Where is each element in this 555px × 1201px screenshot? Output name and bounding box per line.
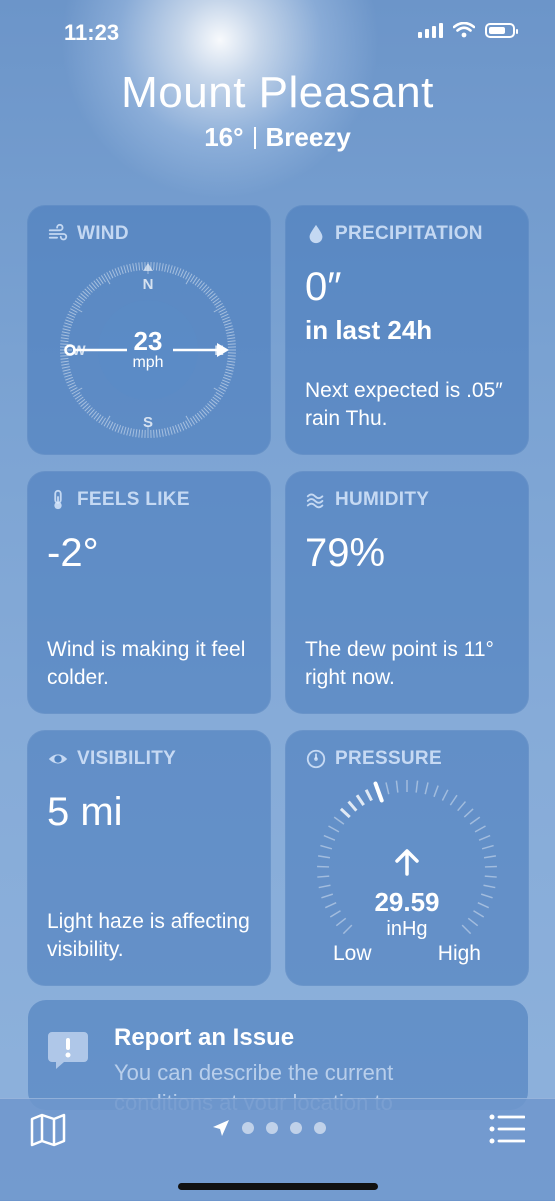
compass-east-label: E (214, 342, 223, 358)
wind-card-title: WIND (47, 223, 129, 245)
status-bar: 11:23 (0, 0, 555, 60)
home-indicator[interactable] (178, 1183, 378, 1190)
pressure-title: PRESSURE (335, 748, 442, 770)
compass-north-label: N (143, 276, 154, 293)
pressure-card[interactable]: PRESSURE 29.59 inHg Low High (285, 730, 529, 986)
visibility-card[interactable]: VISIBILITY 5 mi Light haze is affecting … (27, 730, 271, 986)
pressure-value: 29.59 (285, 887, 529, 918)
condition-text: Breezy (266, 122, 351, 152)
wifi-icon (453, 22, 475, 38)
gauge-icon (305, 748, 327, 770)
raindrop-icon (305, 223, 327, 245)
battery-icon (485, 23, 515, 38)
humidity-card-title: HUMIDITY (305, 489, 429, 511)
visibility-description: Light haze is affecting visibility. (47, 908, 257, 964)
report-bubble-icon (46, 1028, 90, 1072)
list-icon[interactable] (489, 1113, 525, 1145)
visibility-title: VISIBILITY (77, 748, 176, 770)
status-icons (418, 22, 515, 38)
feels-like-value: -2° (47, 531, 99, 576)
wind-title: WIND (77, 223, 129, 245)
status-time: 11:23 (64, 20, 119, 46)
current-temperature: 16° (204, 122, 243, 152)
precipitation-value: 0″ (305, 265, 341, 310)
eye-icon (47, 748, 69, 770)
report-title: Report an Issue (114, 1024, 294, 1052)
humidity-value: 79% (305, 531, 385, 576)
precipitation-title: PRECIPITATION (335, 223, 483, 245)
page-dot[interactable] (242, 1122, 254, 1134)
page-indicator[interactable] (212, 1119, 326, 1137)
page-dot[interactable] (314, 1122, 326, 1134)
feels-like-card-title: FEELS LIKE (47, 489, 190, 511)
page-dot[interactable] (290, 1122, 302, 1134)
page-dot[interactable] (266, 1122, 278, 1134)
wind-card[interactable]: WIND N S E W 23 mph (27, 205, 271, 455)
bottom-toolbar (0, 1098, 555, 1201)
location-header: Mount Pleasant 16° Breezy (0, 68, 555, 153)
precipitation-card[interactable]: PRECIPITATION 0″ in last 24h Next expect… (285, 205, 529, 455)
feels-like-description: Wind is making it feel colder. (47, 636, 257, 692)
map-icon[interactable] (30, 1113, 66, 1147)
thermometer-icon (47, 489, 69, 511)
arrow-up-icon (394, 848, 420, 876)
wind-unit: mph (132, 354, 163, 372)
divider (254, 127, 256, 149)
humidity-title: HUMIDITY (335, 489, 429, 511)
city-name: Mount Pleasant (0, 68, 555, 118)
precipitation-description: Next expected is .05″ rain Thu. (305, 377, 515, 433)
pressure-high-label: High (438, 942, 481, 966)
pressure-unit: inHg (285, 918, 529, 941)
humidity-icon (305, 489, 327, 511)
visibility-card-title: VISIBILITY (47, 748, 176, 770)
cellular-signal-icon (418, 22, 443, 38)
wind-speed-readout: 23 mph (132, 328, 163, 372)
visibility-value: 5 mi (47, 790, 123, 835)
report-issue-card[interactable]: Report an Issue You can describe the cur… (28, 1000, 528, 1110)
pressure-readout: 29.59 inHg (285, 848, 529, 941)
precipitation-period: in last 24h (305, 315, 432, 346)
feels-like-title: FEELS LIKE (77, 489, 190, 511)
humidity-card[interactable]: HUMIDITY 79% The dew point is 11° right … (285, 471, 529, 714)
humidity-description: The dew point is 11° right now. (305, 636, 515, 692)
wind-compass: N S E W 23 mph (55, 257, 241, 443)
pressure-card-title: PRESSURE (305, 748, 442, 770)
wind-icon (47, 223, 69, 245)
compass-south-label: S (143, 414, 153, 431)
feels-like-card[interactable]: FEELS LIKE -2° Wind is making it feel co… (27, 471, 271, 714)
precipitation-card-title: PRECIPITATION (305, 223, 483, 245)
wind-speed: 23 (132, 328, 163, 354)
current-conditions: 16° Breezy (0, 122, 555, 153)
compass-west-label: W (72, 342, 86, 358)
pressure-low-label: Low (333, 942, 372, 966)
location-arrow-icon (212, 1119, 230, 1137)
